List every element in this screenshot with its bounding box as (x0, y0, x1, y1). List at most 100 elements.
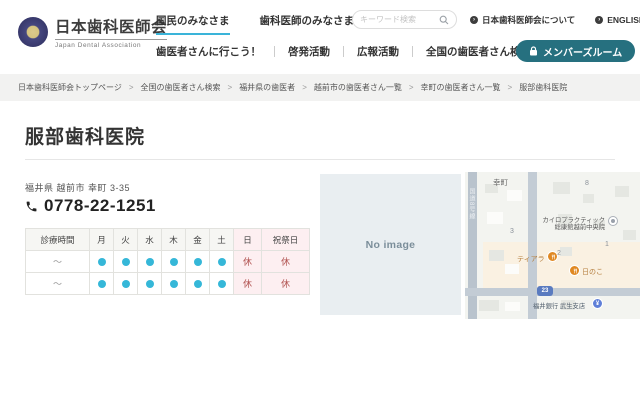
open-dot-icon (217, 279, 226, 288)
open-cell (113, 272, 138, 295)
time-range: ～ (25, 272, 90, 295)
primary-nav: 国民のみなさま 歯科医師のみなさま (156, 13, 354, 35)
breadcrumb-separator: > (227, 83, 233, 92)
col-holiday: 祝祭日 (261, 228, 310, 251)
open-dot-icon (121, 257, 130, 266)
map-bank-label: 福井銀行 武生支店 (533, 303, 586, 310)
col-sun: 日 (233, 228, 262, 251)
open-cell (89, 250, 114, 273)
utility-links: › 日本歯科医師会について › ENGLISH (470, 14, 640, 26)
hours-header-row: 診療時間 月 火 水 木 金 土 日 祝祭日 (25, 228, 310, 251)
search-input[interactable] (360, 15, 439, 24)
map-area-label: 幸町 (493, 178, 508, 187)
nav-go-to-dentist[interactable]: 歯医者さんに行こう！ (156, 44, 261, 59)
restaurant-marker-icon (547, 251, 558, 262)
clinic-photo-placeholder: No image (320, 174, 461, 315)
hours-row: ～ 休 休 (25, 250, 310, 273)
open-cell (89, 272, 114, 295)
about-jda-link[interactable]: › 日本歯科医師会について (470, 14, 575, 26)
closed-cell: 休 (233, 272, 262, 295)
no-image-label: No image (365, 238, 416, 251)
open-dot-icon (169, 279, 178, 288)
members-room-label: メンバーズルーム (543, 47, 623, 59)
page: 日本歯科医師会 Japan Dental Association 国民のみなさま… (0, 0, 640, 400)
breadcrumb-prefecture[interactable]: 福井県の歯医者 (239, 82, 295, 93)
map-block-number: 1 (605, 241, 609, 248)
open-dot-icon (217, 257, 226, 266)
open-dot-icon (169, 257, 178, 266)
about-jda-label: 日本歯科医師会について (482, 15, 576, 25)
english-link[interactable]: › ENGLISH (595, 14, 640, 26)
map-road-number: 8 (585, 180, 589, 187)
closed-cell: 休 (261, 250, 310, 273)
title-divider (25, 159, 615, 160)
breadcrumb-separator: > (408, 83, 414, 92)
open-cell (137, 250, 162, 273)
nav-dentists[interactable]: 歯科医師のみなさま (260, 13, 355, 35)
route-shield: 23 (537, 286, 553, 296)
chiropractic-marker-icon (608, 216, 618, 226)
circle-arrow-icon: › (470, 16, 478, 24)
nav-separator (412, 46, 413, 57)
closed-cell: 休 (233, 250, 262, 273)
english-label: ENGLISH (607, 15, 640, 25)
col-sat: 土 (209, 228, 234, 251)
nav-separator (274, 46, 275, 57)
col-tue: 火 (113, 228, 138, 251)
breadcrumb-current: 服部歯科医院 (519, 83, 568, 92)
open-cell (161, 272, 186, 295)
breadcrumb-search[interactable]: 全国の歯医者さん検索 (141, 82, 221, 93)
nav-awareness[interactable]: 啓発活動 (288, 44, 330, 59)
open-dot-icon (145, 279, 154, 288)
open-dot-icon (193, 257, 202, 266)
open-dot-icon (97, 257, 106, 266)
open-cell (185, 272, 210, 295)
col-hours: 診療時間 (25, 228, 90, 251)
open-cell (209, 250, 234, 273)
circle-arrow-icon: › (595, 16, 604, 24)
col-wed: 水 (137, 228, 162, 251)
hours-row: ～ 休 休 (25, 272, 310, 295)
breadcrumb-separator: > (302, 83, 307, 92)
nav-separator (343, 46, 344, 57)
page-title: 服部歯科医院 (25, 127, 146, 148)
breadcrumb: 日本歯科医師会トップページ > 全国の歯医者さん検索 > 福井県の歯医者 > 越… (0, 74, 640, 101)
nav-pr[interactable]: 広報活動 (357, 44, 399, 59)
map-road-vertical-mid (528, 172, 537, 319)
site-logo[interactable]: 日本歯科医師会 Japan Dental Association (18, 15, 168, 49)
breadcrumb-home[interactable]: 日本歯科医師会トップページ (18, 82, 122, 93)
map-block-number: 3 (510, 228, 514, 235)
nav-citizens[interactable]: 国民のみなさま (156, 13, 230, 35)
open-cell (185, 250, 210, 273)
phone-icon (26, 201, 37, 211)
secondary-nav: 歯医者さんに行こう！ 啓発活動 広報活動 全国の歯医者さん検索 (156, 44, 531, 59)
breadcrumb-separator: > (507, 83, 513, 92)
time-range: ～ (25, 250, 90, 273)
map-restaurant-hinoko-label: 日のこ (582, 269, 603, 276)
lock-icon (530, 46, 537, 56)
logo-text: 日本歯科医師会 Japan Dental Association (55, 15, 168, 49)
open-cell (209, 272, 234, 295)
members-room-button[interactable]: メンバーズルーム (516, 40, 636, 62)
logo-title: 日本歯科医師会 (55, 15, 168, 40)
open-dot-icon (145, 257, 154, 266)
breadcrumb-town[interactable]: 幸町の歯医者さん一覧 (421, 82, 501, 93)
restaurant-marker-icon (569, 265, 580, 276)
map-poi-chiro-line2: 総康館越前中央院 (554, 224, 605, 231)
col-mon: 月 (89, 228, 114, 251)
logo-subtitle: Japan Dental Association (55, 42, 142, 49)
open-dot-icon (193, 279, 202, 288)
keyword-search-box (352, 10, 457, 29)
breadcrumb-city[interactable]: 越前市の歯医者さん一覧 (314, 82, 402, 93)
map-embed[interactable]: 国道8号線 幸町 8 カイロプラクティック 総康館越前中央院 3 1 2 ティア… (465, 172, 640, 319)
jda-emblem-icon (18, 17, 48, 47)
bank-marker-icon: ¥ (592, 298, 603, 309)
site-header: 日本歯科医師会 Japan Dental Association 国民のみなさま… (0, 0, 640, 74)
phone-link[interactable]: 0778-22-1251 (25, 196, 156, 216)
breadcrumb-separator: > (128, 83, 134, 92)
map-restaurant-tiara-label: ティアラ (517, 256, 545, 263)
search-icon (439, 15, 449, 24)
col-fri: 金 (185, 228, 210, 251)
open-cell (137, 272, 162, 295)
open-cell (113, 250, 138, 273)
